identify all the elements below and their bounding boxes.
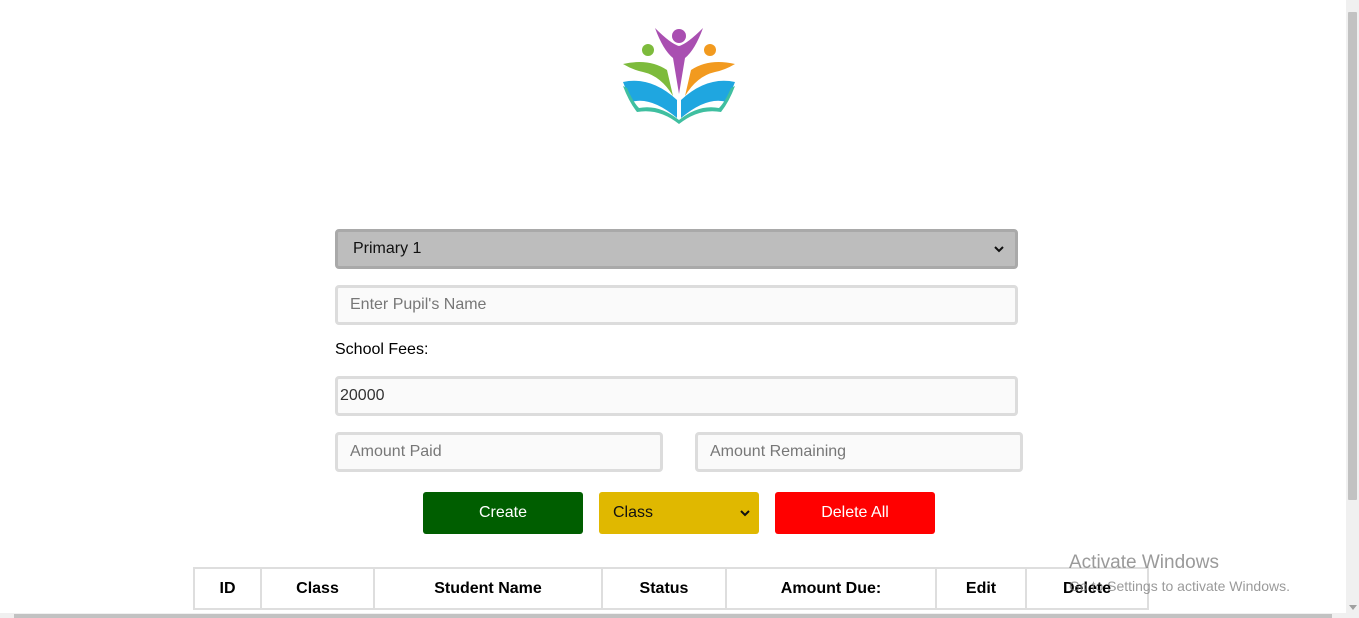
school-fees-input[interactable] (335, 376, 1018, 416)
delete-all-button-label: Delete All (821, 504, 889, 521)
table-header-edit: Edit (937, 569, 1027, 608)
class-select[interactable]: Primary 1 (335, 229, 1018, 269)
pupil-name-input[interactable] (335, 285, 1018, 325)
vertical-scrollbar-thumb[interactable] (1348, 12, 1357, 500)
school-logo (623, 28, 735, 124)
school-fees-label: School Fees: (335, 341, 429, 358)
amount-paid-input[interactable] (335, 432, 663, 472)
delete-all-button[interactable]: Delete All (775, 492, 935, 534)
vertical-scrollbar[interactable] (1346, 0, 1359, 618)
create-button[interactable]: Create (423, 492, 583, 534)
horizontal-scrollbar-thumb[interactable] (14, 614, 1332, 618)
students-table: ID Class Student Name Status Amount Due:… (193, 567, 1149, 610)
table-header-amount-due: Amount Due: (727, 569, 937, 608)
table-header-delete: Delete (1062, 579, 1112, 597)
page: Primary 1 School Fees: Create Class Dele… (0, 0, 1359, 618)
class-select-value: Primary 1 (353, 240, 422, 257)
class-filter-select[interactable]: Class (599, 492, 759, 534)
amount-remaining-input[interactable] (695, 432, 1023, 472)
table-header-status: Status (603, 569, 727, 608)
create-button-label: Create (478, 504, 528, 521)
chevron-down-icon (740, 510, 750, 517)
table-header-id: ID (195, 569, 262, 608)
table-header-class: Class (262, 569, 375, 608)
table-header-student-name: Student Name (375, 569, 603, 608)
horizontal-scrollbar[interactable] (0, 613, 1346, 618)
class-filter-value: Class (613, 504, 654, 521)
scroll-down-arrow-icon[interactable] (1349, 605, 1357, 610)
chevron-down-icon (994, 246, 1004, 253)
